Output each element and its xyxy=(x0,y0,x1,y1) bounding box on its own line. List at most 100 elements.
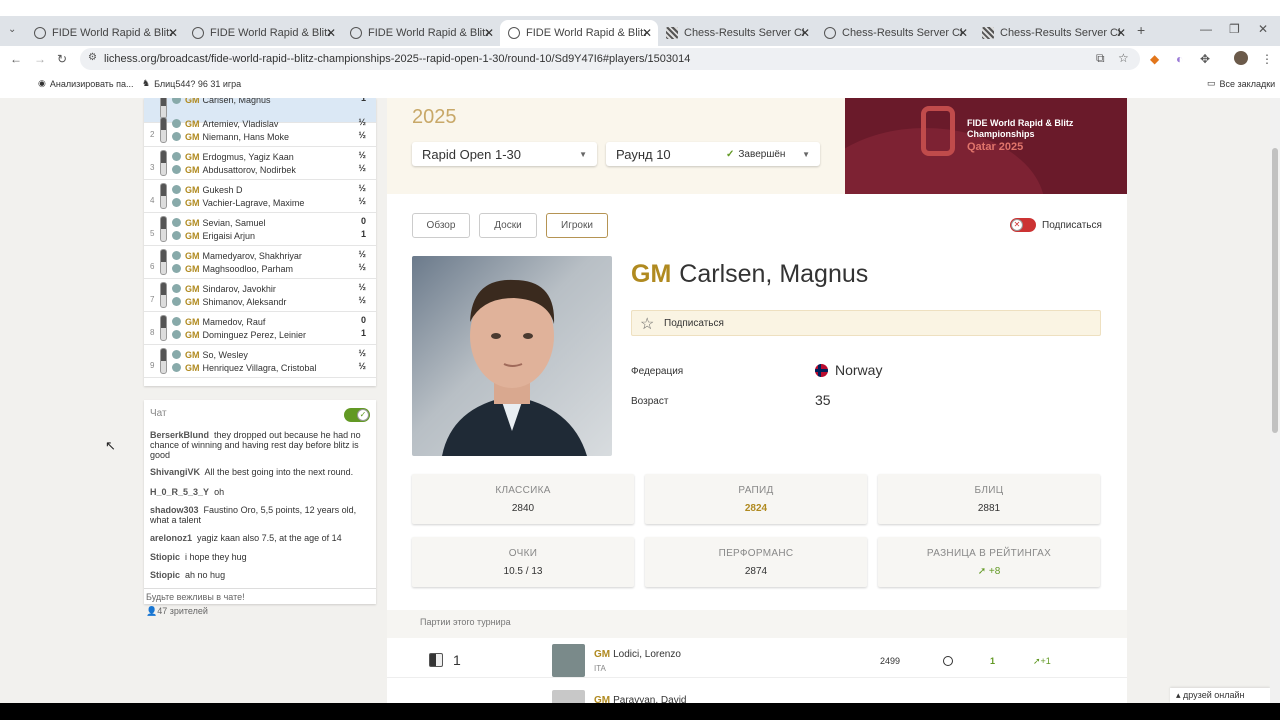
game-row[interactable]: 3 GM Erdogmus, Yagiz Kaan ½ GM Abdusattorov, … xyxy=(144,147,376,180)
black-player[interactable]: GM Shimanov, Aleksandr xyxy=(172,295,286,308)
game-row[interactable]: GM Paravyan, David xyxy=(387,680,1127,703)
white-player[interactable]: GM Sevian, Samuel xyxy=(172,216,266,229)
close-icon[interactable]: ✕ xyxy=(800,26,810,40)
bookmark-1[interactable]: ◉ Анализировать па... xyxy=(38,78,133,89)
black-player[interactable]: GM Vachier-Lagrave, Maxime xyxy=(172,196,304,209)
bottom-bar xyxy=(0,703,1280,720)
rating-card-value: 2840 xyxy=(511,503,535,514)
close-icon[interactable]: ✕ xyxy=(168,26,178,40)
tab-1[interactable]: FIDE World Rapid & Blitz Cham✕ xyxy=(184,20,342,46)
white-player[interactable]: GM Sindarov, Javokhir xyxy=(172,282,276,295)
white-player[interactable]: GM Mamedov, Rauf xyxy=(172,315,265,328)
chat-input[interactable]: Будьте вежливы в чате! xyxy=(144,588,376,604)
metamask-icon[interactable]: ◆ xyxy=(1150,52,1159,66)
tab-2[interactable]: FIDE World Rapid & Blitz Cham✕ xyxy=(342,20,500,46)
bookmark-2[interactable]: ♞ Блиц544? 96 31 игра xyxy=(142,78,241,89)
tab-search-icon[interactable]: ⌄ xyxy=(8,24,16,35)
close-icon[interactable]: ✕ xyxy=(642,26,652,40)
url-bar[interactable]: ⚙ lichess.org/broadcast/fide-world-rapid… xyxy=(80,48,1140,70)
rating-card-value: 2874 xyxy=(744,566,768,577)
white-player[interactable]: GM So, Wesley xyxy=(172,348,248,361)
chat-text: All the best going into the next round. xyxy=(204,467,354,477)
black-player[interactable]: GM Niemann, Hans Moke xyxy=(172,130,289,143)
page-scrollbar[interactable] xyxy=(1270,98,1280,703)
scrollbar-thumb[interactable] xyxy=(1272,148,1278,433)
game-row[interactable]: 7 GM Sindarov, Javokhir ½ GM Shimanov, Aleksa… xyxy=(144,279,376,312)
chat-username[interactable]: BerserkBlund xyxy=(150,430,209,440)
maximize-icon[interactable]: ❐ xyxy=(1229,22,1240,36)
white-player[interactable]: GM Mamedyarov, Shakhriyar xyxy=(172,249,302,262)
profile-avatar[interactable] xyxy=(1234,51,1248,65)
close-icon[interactable]: ✕ xyxy=(326,26,336,40)
white-player[interactable]: GM Gukesh D xyxy=(172,183,243,196)
game-row[interactable]: 5 GM Sevian, Samuel 0 GM Erigaisi Arjun 1 xyxy=(144,213,376,246)
flag-icon xyxy=(172,297,181,306)
round-select[interactable]: Раунд 10 ✓ Завершён ▼ xyxy=(606,142,820,166)
mouse-cursor-icon: ↖ xyxy=(105,438,116,453)
tab-5[interactable]: Chess-Results Server Chess-res✕ xyxy=(816,20,974,46)
minimize-icon[interactable]: — xyxy=(1200,22,1212,36)
new-tab-icon[interactable]: + xyxy=(1137,22,1145,38)
back-icon[interactable]: ← xyxy=(10,52,22,66)
menu-icon[interactable]: ⋮ xyxy=(1261,52,1273,66)
rating-card-label: КЛАССИКА xyxy=(495,485,551,496)
tab-4[interactable]: Chess-Results Server Chess-res✕ xyxy=(658,20,816,46)
site-info-icon[interactable]: ⚙ xyxy=(88,52,97,63)
opponent-name[interactable]: GM Lodici, Lorenzo xyxy=(594,649,681,660)
black-score: ½ xyxy=(358,295,366,305)
opponent-avatar xyxy=(552,644,585,677)
game-row[interactable]: 4 GM Gukesh D ½ GM Vachier-Lagrave, Maxime ½ xyxy=(144,180,376,213)
black-player[interactable]: GM Erigaisi Arjun xyxy=(172,229,255,242)
close-icon[interactable]: ✕ xyxy=(484,26,494,40)
chat-username[interactable]: Stiopic xyxy=(150,552,180,562)
chat-toggle[interactable]: ✓ xyxy=(344,408,370,422)
flag-icon xyxy=(172,251,181,260)
tab-overview[interactable]: Обзор xyxy=(412,213,470,238)
extensions-icon[interactable]: ✥ xyxy=(1200,52,1210,66)
federation-value[interactable]: Norway xyxy=(835,362,882,378)
window-close-icon[interactable]: ✕ xyxy=(1258,22,1268,36)
game-row[interactable]: 8 GM Mamedov, Rauf 0 GM Dominguez Perez, Lein… xyxy=(144,312,376,345)
chat-message: ShivangiVK All the best going into the n… xyxy=(150,467,370,477)
friends-online-button[interactable]: ▴ друзей онлайн xyxy=(1170,688,1270,703)
tournament-select[interactable]: Rapid Open 1-30 ▼ xyxy=(412,142,597,166)
extension-icon[interactable]: ◐ xyxy=(1176,52,1183,66)
chat-username[interactable]: ShivangiVK xyxy=(150,467,200,477)
game-row[interactable]: 1 GM Lodici, Lorenzo ITA 2499 1 ➚+1 xyxy=(387,638,1127,678)
black-player[interactable]: GM Maghsoodloo, Parham xyxy=(172,262,293,275)
chat-username[interactable]: Stiopic xyxy=(150,570,180,580)
eval-bar xyxy=(160,315,167,341)
all-bookmarks[interactable]: ▭ Все закладки xyxy=(1207,78,1275,89)
opponent-name[interactable]: GM Paravyan, David xyxy=(594,695,686,703)
game-row[interactable]: 2 GM Artemiev, Vladislav ½ GM Niemann, Hans M… xyxy=(144,114,376,147)
black-player[interactable]: GM Abdusattorov, Nodirbek xyxy=(172,163,296,176)
game-row[interactable]: 9 GM So, Wesley ½ GM Henriquez Villagra, Cris… xyxy=(144,345,376,378)
chat-message: H_0_R_5_3_Y oh xyxy=(150,487,370,497)
subscribe-toggle[interactable]: ✕ xyxy=(1010,218,1036,232)
chat-username[interactable]: shadow303 xyxy=(150,505,199,515)
main-panel: 2025 Rapid Open 1-30 ▼ Раунд 10 ✓ Завершён… xyxy=(387,98,1127,703)
tab-6[interactable]: Chess-Results Server Chess-res✕ xyxy=(974,20,1132,46)
chat-username[interactable]: H_0_R_5_3_Y xyxy=(150,487,209,497)
reload-icon[interactable]: ↻ xyxy=(57,52,67,66)
chat-username[interactable]: arelonoz1 xyxy=(150,533,192,543)
black-player[interactable]: GM Henriquez Villagra, Cristobal xyxy=(172,361,316,374)
white-player[interactable]: GM Carlsen, Magnus xyxy=(172,98,271,106)
install-icon[interactable]: ⧉ xyxy=(1096,51,1105,66)
eval-bar xyxy=(160,348,167,374)
tab-3-active[interactable]: FIDE World Rapid & Blitz Cham✕ xyxy=(500,20,658,46)
address-row: ← → ↻ ⚙ lichess.org/broadcast/fide-world… xyxy=(0,46,1280,72)
black-player[interactable]: GM Dominguez Perez, Leinier xyxy=(172,328,306,341)
follow-player-button[interactable]: ☆ Подписаться xyxy=(631,310,1101,336)
close-icon[interactable]: ✕ xyxy=(958,26,968,40)
close-icon[interactable]: ✕ xyxy=(1116,26,1126,40)
tab-players[interactable]: Игроки xyxy=(546,213,608,238)
tab-0[interactable]: FIDE World Rapid & Blitz Cham✕ xyxy=(26,20,184,46)
bookmark-star-icon[interactable]: ☆ xyxy=(1118,51,1129,65)
white-player[interactable]: GM Erdogmus, Yagiz Kaan xyxy=(172,150,294,163)
white-player[interactable]: GM Artemiev, Vladislav xyxy=(172,117,278,130)
norway-flag-icon xyxy=(815,364,828,377)
tab-boards[interactable]: Доски xyxy=(479,213,537,238)
game-row[interactable]: 6 GM Mamedyarov, Shakhriyar ½ GM Maghsoodloo,… xyxy=(144,246,376,279)
forward-icon[interactable]: → xyxy=(34,52,46,66)
